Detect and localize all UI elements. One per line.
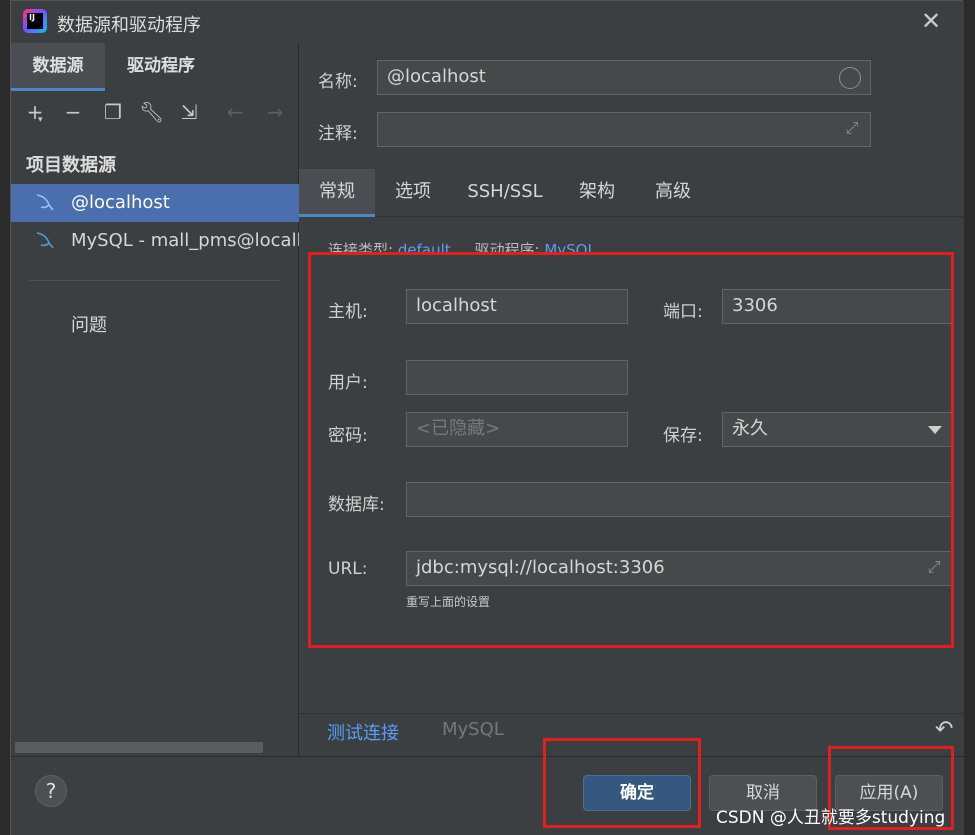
port-input[interactable]: 3306 bbox=[722, 289, 953, 324]
window-title: 数据源和驱动程序 bbox=[57, 15, 201, 36]
tab-ssh-ssl[interactable]: SSH/SSL bbox=[459, 169, 551, 217]
remove-icon[interactable]: − bbox=[61, 99, 85, 125]
intellij-logo-icon: IJ bbox=[23, 9, 47, 33]
settings-tabs: 常规 选项 SSH/SSL 架构 高级 bbox=[299, 169, 964, 217]
tab-options[interactable]: 选项 bbox=[383, 169, 443, 217]
driver-label: 驱动程序: bbox=[474, 241, 540, 253]
problems-item[interactable]: 问题 bbox=[71, 311, 107, 337]
section-title: 项目数据源 bbox=[26, 155, 116, 176]
undo-icon[interactable]: ↶ bbox=[935, 717, 953, 742]
database-label: 数据库: bbox=[328, 495, 385, 515]
save-label: 保存: bbox=[663, 426, 703, 446]
comment-label: 注释: bbox=[318, 124, 358, 144]
password-input[interactable]: <已隐藏> bbox=[406, 412, 628, 447]
import-icon[interactable]: ⇲ bbox=[177, 99, 201, 125]
divider bbox=[29, 280, 279, 281]
host-input[interactable]: localhost bbox=[406, 289, 628, 324]
tab-drivers[interactable]: 驱动程序 bbox=[107, 43, 215, 91]
name-input[interactable]: @localhost bbox=[377, 60, 871, 95]
url-hint: 重写上面的设置 bbox=[406, 595, 491, 609]
tab-data-sources[interactable]: 数据源 bbox=[11, 43, 105, 91]
datasource-label: @localhost bbox=[71, 192, 170, 213]
horizontal-scrollbar[interactable] bbox=[15, 742, 263, 753]
color-circle-icon[interactable] bbox=[839, 67, 861, 89]
wrench-icon[interactable]: 🔧︎ bbox=[139, 99, 164, 125]
test-connection-link[interactable]: 测试连接 bbox=[327, 719, 399, 745]
mysql-dolphin-icon bbox=[36, 194, 54, 211]
right-panel: 名称: @localhost 注释: ⤢ 常规 选项 SSH/SSL 架构 高级… bbox=[299, 43, 964, 835]
left-toolbar: + ▾ − ❐ 🔧︎ ⇲ ← → bbox=[11, 95, 299, 131]
password-label: 密码: bbox=[328, 426, 368, 446]
datasource-label: MySQL - mall_pms@localhost bbox=[71, 230, 299, 251]
name-value: @localhost bbox=[387, 66, 486, 87]
url-label: URL: bbox=[328, 559, 368, 579]
tab-general[interactable]: 常规 bbox=[299, 169, 375, 217]
datasource-item-mall-pms[interactable]: MySQL - mall_pms@localhost bbox=[11, 222, 299, 260]
driver-link[interactable]: MySQL bbox=[544, 241, 596, 253]
mysql-dolphin-icon bbox=[36, 232, 54, 249]
comment-input[interactable]: ⤢ bbox=[377, 112, 871, 147]
duplicate-icon[interactable]: ❐ bbox=[101, 99, 125, 125]
back-arrow-icon[interactable]: ← bbox=[223, 99, 247, 125]
save-select[interactable]: 永久 bbox=[722, 412, 953, 447]
expand-icon[interactable]: ⤢ bbox=[924, 557, 944, 577]
close-icon[interactable]: ✕ bbox=[917, 7, 945, 35]
name-label: 名称: bbox=[318, 72, 358, 92]
url-value: jdbc:mysql://localhost:3306 bbox=[416, 557, 665, 578]
watermark: CSDN @人丑就要多studying bbox=[716, 808, 946, 828]
chevron-down-icon bbox=[928, 426, 942, 434]
connection-type-label: 连接类型: bbox=[328, 241, 394, 253]
user-input[interactable] bbox=[406, 360, 628, 395]
url-input[interactable]: jdbc:mysql://localhost:3306 ⤢ bbox=[406, 551, 953, 586]
add-icon[interactable]: + ▾ bbox=[23, 99, 47, 125]
forward-arrow-icon[interactable]: → bbox=[263, 99, 287, 125]
editor-background-right bbox=[963, 0, 975, 835]
datasource-item-localhost[interactable]: @localhost bbox=[11, 184, 299, 222]
left-panel: 数据源 驱动程序 + ▾ − ❐ 🔧︎ ⇲ ← → 项目数据源 @localhos… bbox=[11, 43, 299, 835]
ok-button[interactable]: 确定 bbox=[583, 775, 691, 811]
help-button[interactable]: ? bbox=[35, 775, 67, 807]
save-selected-value: 永久 bbox=[732, 418, 768, 439]
host-label: 主机: bbox=[328, 302, 368, 322]
data-sources-dialog: IJ 数据源和驱动程序 ✕ 数据源 驱动程序 + ▾ − ❐ 🔧︎ ⇲ ← → 项… bbox=[10, 0, 964, 835]
connection-type-link[interactable]: default bbox=[398, 241, 451, 253]
expand-icon[interactable]: ⤢ bbox=[842, 118, 862, 138]
tab-schemas[interactable]: 架构 bbox=[567, 169, 627, 217]
connection-info: 连接类型: default 驱动程序: MySQL bbox=[328, 239, 596, 253]
driver-tab-mysql[interactable]: MySQL bbox=[442, 719, 504, 740]
title-bar: IJ 数据源和驱动程序 ✕ bbox=[11, 1, 964, 43]
tab-advanced[interactable]: 高级 bbox=[643, 169, 703, 217]
user-label: 用户: bbox=[328, 373, 368, 393]
database-input[interactable] bbox=[406, 482, 953, 517]
port-label: 端口: bbox=[663, 302, 703, 322]
